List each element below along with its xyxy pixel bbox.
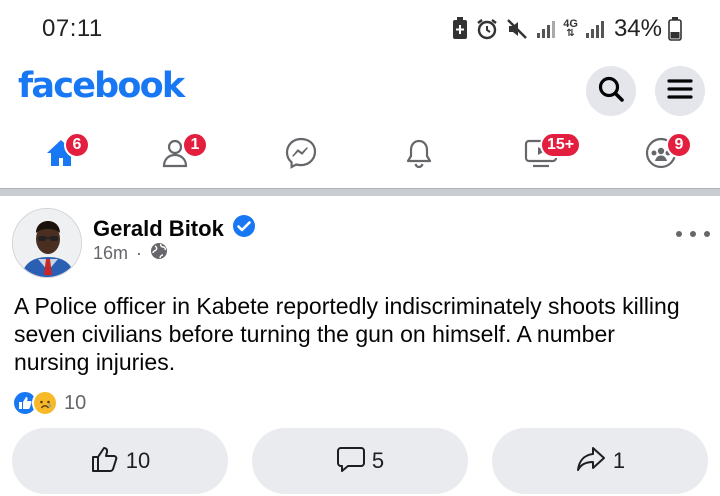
- comment-icon: [336, 444, 366, 479]
- menu-icon: [667, 77, 693, 106]
- home-badge: 6: [64, 132, 90, 158]
- friends-badge: 1: [182, 132, 208, 158]
- comment-button[interactable]: 5: [252, 428, 468, 494]
- avatar[interactable]: [12, 208, 82, 278]
- mute-icon: [505, 17, 529, 41]
- globe-icon: [150, 242, 168, 265]
- feed-divider: [0, 188, 720, 196]
- reactions-summary[interactable]: 10: [12, 390, 86, 416]
- more-options-button[interactable]: [676, 224, 710, 244]
- meta-separator: ·: [136, 243, 143, 263]
- bell-icon: [402, 136, 436, 175]
- battery-icon: [668, 17, 682, 41]
- post-text: A Police officer in Kabete reportedly in…: [14, 293, 680, 375]
- share-button[interactable]: 1: [492, 428, 708, 494]
- more-dot: [676, 231, 682, 237]
- signal-icon: [584, 18, 606, 40]
- tab-home[interactable]: 6: [16, 128, 106, 182]
- tab-messenger[interactable]: [256, 128, 346, 182]
- post-actions: 10 5 1: [12, 428, 708, 494]
- verified-badge-icon: [232, 214, 256, 243]
- search-button[interactable]: [586, 66, 636, 116]
- tab-watch[interactable]: 15+: [496, 128, 586, 182]
- like-count: 10: [125, 448, 151, 473]
- alarm-icon: [475, 17, 499, 41]
- status-bar: 07:11 4G ⇅ 34%: [0, 0, 720, 58]
- more-dot: [690, 231, 696, 237]
- comment-count: 5: [371, 448, 385, 473]
- messenger-icon: [283, 135, 319, 176]
- share-icon: [575, 444, 607, 479]
- battery-saver-icon: [451, 17, 469, 41]
- like-button[interactable]: 10: [12, 428, 228, 494]
- tab-groups[interactable]: 9: [616, 128, 706, 182]
- search-icon: [597, 75, 625, 108]
- post-time[interactable]: 16m: [93, 243, 128, 264]
- thumbs-up-icon: [90, 444, 120, 479]
- more-dot: [704, 231, 710, 237]
- signal-icon: [535, 18, 557, 40]
- menu-button[interactable]: [655, 66, 705, 116]
- tab-bar: 6 1 15+ 9: [0, 122, 720, 188]
- status-icons: 4G ⇅ 34%: [451, 14, 682, 44]
- tab-notifications[interactable]: [374, 128, 464, 182]
- battery-percent: 34%: [613, 15, 662, 42]
- share-count: 1: [612, 448, 626, 473]
- reaction-count: 10: [64, 391, 87, 414]
- author-name[interactable]: Gerald Bitok: [93, 216, 224, 242]
- author-line: Gerald Bitok: [93, 214, 256, 243]
- network-4g-icon: 4G ⇅: [563, 18, 578, 39]
- facebook-logo[interactable]: facebook: [18, 66, 185, 106]
- tab-friends[interactable]: 1: [130, 128, 220, 182]
- post-header: Gerald Bitok 16m ·: [0, 196, 720, 286]
- watch-badge: 15+: [540, 132, 582, 158]
- post-meta: 16m ·: [93, 242, 168, 265]
- sad-icon: [32, 390, 58, 416]
- app-header: facebook: [0, 58, 720, 122]
- groups-badge: 9: [666, 132, 692, 158]
- status-time: 07:11: [42, 15, 103, 42]
